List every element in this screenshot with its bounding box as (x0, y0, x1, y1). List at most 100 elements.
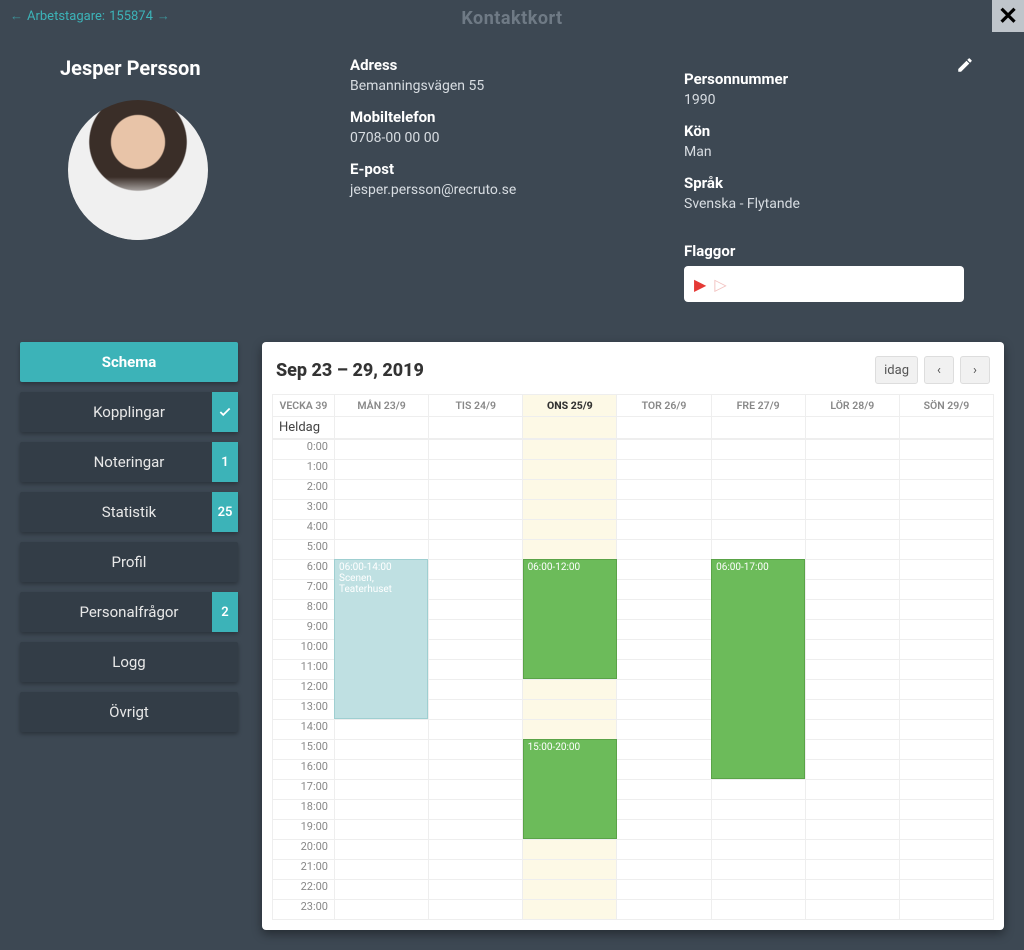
calendar-cell[interactable] (899, 500, 993, 520)
calendar-cell[interactable] (617, 600, 711, 620)
edit-button[interactable] (956, 56, 974, 78)
calendar-cell[interactable] (711, 860, 805, 880)
calendar-cell[interactable] (899, 580, 993, 600)
close-button[interactable]: ✕ (992, 0, 1024, 32)
calendar-cell[interactable] (617, 460, 711, 480)
calendar-cell[interactable] (899, 440, 993, 460)
calendar-event[interactable]: 06:00-17:00 (711, 559, 805, 779)
calendar-cell[interactable] (899, 760, 993, 780)
calendar-cell[interactable] (429, 580, 523, 600)
calendar-cell[interactable] (523, 680, 617, 700)
calendar-cell[interactable] (523, 900, 617, 920)
calendar-cell[interactable] (335, 520, 429, 540)
calendar-cell[interactable] (805, 700, 899, 720)
calendar-cell[interactable] (899, 660, 993, 680)
calendar-cell[interactable] (805, 440, 899, 460)
sidebar-item-logg[interactable]: Logg (20, 642, 238, 682)
calendar-cell[interactable] (335, 780, 429, 800)
calendar-cell[interactable] (617, 440, 711, 460)
calendar-cell[interactable] (899, 900, 993, 920)
calendar-cell[interactable] (899, 460, 993, 480)
calendar-cell[interactable] (899, 820, 993, 840)
calendar-cell[interactable] (711, 800, 805, 820)
calendar-cell[interactable] (335, 500, 429, 520)
sidebar-item-personalfrågor[interactable]: Personalfrågor2 (20, 592, 238, 632)
calendar-cell[interactable] (805, 780, 899, 800)
calendar-cell[interactable] (711, 440, 805, 460)
calendar-cell[interactable] (335, 480, 429, 500)
calendar-cell[interactable] (711, 900, 805, 920)
calendar-cell[interactable] (805, 660, 899, 680)
calendar-cell[interactable] (335, 820, 429, 840)
calendar-cell[interactable] (805, 580, 899, 600)
calendar-cell[interactable] (711, 820, 805, 840)
allday-cell[interactable] (805, 417, 899, 439)
calendar-cell[interactable] (899, 620, 993, 640)
calendar-cell[interactable] (429, 760, 523, 780)
calendar-cell[interactable] (617, 780, 711, 800)
calendar-cell[interactable] (429, 480, 523, 500)
calendar-cell[interactable] (805, 800, 899, 820)
calendar-cell[interactable] (617, 620, 711, 640)
allday-cell[interactable] (899, 417, 993, 439)
calendar-cell[interactable] (711, 780, 805, 800)
today-button[interactable]: idag (875, 356, 918, 384)
calendar-cell[interactable] (805, 740, 899, 760)
calendar-cell[interactable] (805, 900, 899, 920)
flags-box[interactable]: ▶ ▷ (684, 266, 964, 302)
calendar-cell[interactable] (805, 560, 899, 580)
calendar-cell[interactable] (805, 680, 899, 700)
calendar-cell[interactable] (617, 500, 711, 520)
sidebar-item-kopplingar[interactable]: Kopplingar (20, 392, 238, 432)
calendar-cell[interactable] (617, 680, 711, 700)
calendar-cell[interactable] (429, 840, 523, 860)
calendar-cell[interactable] (523, 520, 617, 540)
sidebar-item-noteringar[interactable]: Noteringar1 (20, 442, 238, 482)
calendar-cell[interactable] (711, 520, 805, 540)
calendar-cell[interactable] (711, 460, 805, 480)
sidebar-item-profil[interactable]: Profil (20, 542, 238, 582)
calendar-cell[interactable] (335, 760, 429, 780)
calendar-cell[interactable] (899, 740, 993, 760)
calendar-cell[interactable] (523, 500, 617, 520)
calendar-cell[interactable] (523, 700, 617, 720)
breadcrumb[interactable]: ← Arbetstagare: 155874 → (10, 8, 170, 24)
calendar-cell[interactable] (899, 860, 993, 880)
calendar-cell[interactable] (335, 880, 429, 900)
calendar-event[interactable]: 06:00-12:00 (523, 559, 617, 679)
calendar-cell[interactable] (805, 600, 899, 620)
calendar-cell[interactable] (899, 780, 993, 800)
calendar-cell[interactable] (899, 700, 993, 720)
calendar-cell[interactable] (429, 520, 523, 540)
calendar-cell[interactable] (899, 720, 993, 740)
allday-cell[interactable] (617, 417, 711, 439)
calendar-cell[interactable] (617, 640, 711, 660)
calendar-cell[interactable] (523, 540, 617, 560)
calendar-cell[interactable] (335, 840, 429, 860)
calendar-cell[interactable] (805, 860, 899, 880)
calendar-cell[interactable] (617, 880, 711, 900)
calendar-cell[interactable] (335, 860, 429, 880)
calendar-cell[interactable] (805, 620, 899, 640)
calendar-cell[interactable] (617, 540, 711, 560)
calendar-cell[interactable] (617, 660, 711, 680)
calendar-cell[interactable] (617, 580, 711, 600)
calendar-cell[interactable] (899, 880, 993, 900)
calendar-cell[interactable] (429, 640, 523, 660)
calendar-cell[interactable] (805, 720, 899, 740)
calendar-cell[interactable] (617, 720, 711, 740)
calendar-cell[interactable] (711, 840, 805, 860)
calendar-cell[interactable] (805, 540, 899, 560)
calendar-cell[interactable] (429, 500, 523, 520)
calendar-cell[interactable] (899, 640, 993, 660)
calendar-cell[interactable] (429, 720, 523, 740)
calendar-cell[interactable] (523, 440, 617, 460)
calendar-cell[interactable] (429, 660, 523, 680)
calendar-cell[interactable] (429, 560, 523, 580)
calendar-cell[interactable] (617, 840, 711, 860)
calendar-cell[interactable] (617, 760, 711, 780)
calendar-cell[interactable] (617, 740, 711, 760)
allday-cell[interactable] (335, 417, 429, 439)
calendar-event[interactable]: 15:00-20:00 (523, 739, 617, 839)
calendar-event[interactable]: 06:00-14:00Scenen, Teaterhuset (334, 559, 428, 719)
